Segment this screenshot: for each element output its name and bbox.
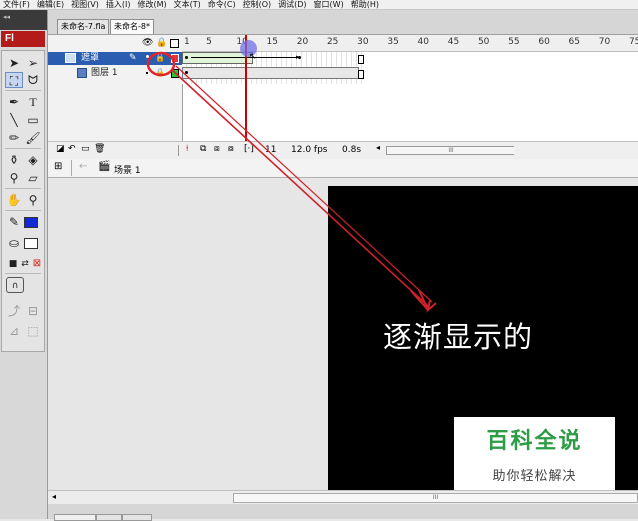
- annotation-arrow-head: [410, 289, 429, 311]
- annotation-arrow-line-2: [175, 65, 433, 303]
- annotation-circle: [146, 51, 176, 77]
- annotation-overlay: [146, 51, 437, 313]
- annotation-arrow-line: [171, 69, 429, 307]
